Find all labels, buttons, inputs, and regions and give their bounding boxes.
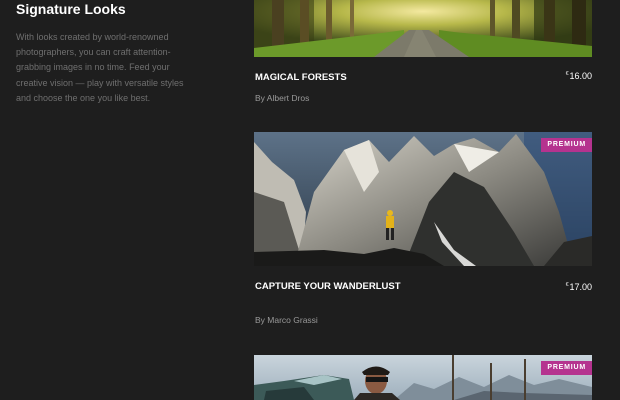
mountain-photo bbox=[254, 132, 592, 266]
card-image-third-look[interactable]: PREMIUM bbox=[254, 355, 592, 400]
price-value: 17.00 bbox=[569, 282, 592, 292]
card-author-capture-your-wanderlust: By Marco Grassi bbox=[255, 315, 318, 325]
card-price-magical-forests: €16.00 bbox=[566, 71, 592, 81]
card-image-magical-forests[interactable] bbox=[254, 0, 592, 57]
premium-badge: PREMIUM bbox=[541, 361, 592, 375]
card-author-magical-forests: By Albert Dros bbox=[255, 93, 310, 103]
forest-photo bbox=[254, 0, 592, 57]
section-title: Signature Looks bbox=[16, 1, 126, 17]
premium-badge: PREMIUM bbox=[541, 138, 592, 152]
price-value: 16.00 bbox=[569, 71, 592, 81]
page: Signature Looks With looks created by wo… bbox=[0, 0, 620, 400]
card-title-capture-your-wanderlust[interactable]: CAPTURE YOUR WANDERLUST bbox=[255, 280, 405, 294]
card-price-capture-your-wanderlust: €17.00 bbox=[566, 282, 592, 292]
card-image-capture-your-wanderlust[interactable]: PREMIUM bbox=[254, 132, 592, 266]
card-title-magical-forests[interactable]: MAGICAL FORESTS bbox=[255, 71, 405, 85]
section-description: With looks created by world-renowned pho… bbox=[16, 32, 184, 103]
